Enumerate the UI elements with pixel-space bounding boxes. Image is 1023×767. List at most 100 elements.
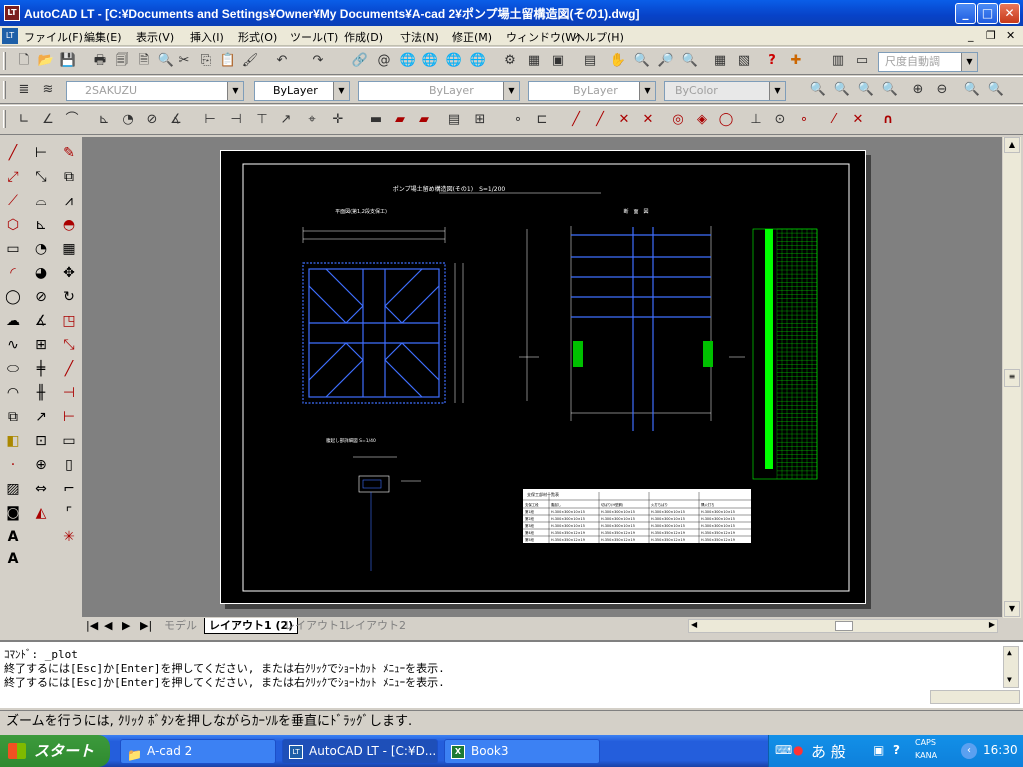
snap-quadrant-icon[interactable]: ◈	[692, 110, 712, 130]
menu-file[interactable]: ファイル(F)	[24, 29, 83, 45]
snap-node-icon[interactable]: ⊙	[770, 110, 790, 130]
polyline-icon[interactable]: ⟋	[2, 190, 24, 212]
erase-icon[interactable]: ✎	[58, 142, 80, 164]
chevron-down-icon[interactable]: ▼	[769, 82, 785, 100]
doc-minimize-button[interactable]: _	[968, 29, 974, 42]
table-style-icon[interactable]: ▭	[852, 51, 872, 71]
dim-quick-icon[interactable]: ⊞	[30, 334, 52, 356]
globe-icon[interactable]: 🌐	[398, 51, 418, 71]
dim-baseline-icon[interactable]: ╪	[30, 358, 52, 380]
ellipse-arc-icon[interactable]: ◠	[2, 382, 24, 404]
publish-icon[interactable]: 🗎	[134, 51, 154, 71]
chevron-down-icon[interactable]: ▼	[227, 82, 243, 100]
tray-expand-icon[interactable]: ‹	[961, 743, 977, 759]
chevron-down-icon[interactable]: ▼	[503, 82, 519, 100]
paste-icon[interactable]: 📋	[218, 51, 238, 71]
make-block-icon[interactable]: ◧	[2, 430, 24, 452]
assist-icon[interactable]: ✚	[786, 51, 806, 71]
region-icon[interactable]: ◙	[2, 502, 24, 524]
task-autocad[interactable]: LT AutoCAD LT - [C:¥D...	[282, 739, 438, 764]
point-icon[interactable]: ·	[2, 454, 24, 476]
snap-perp-icon[interactable]: ⊥	[746, 110, 766, 130]
continue-dim-icon[interactable]: ⊤	[252, 110, 272, 130]
keyboard-icon[interactable]: ⌨	[775, 743, 792, 757]
tool-palettes-icon[interactable]: ▤	[580, 51, 600, 71]
circle-icon[interactable]: ◯	[2, 286, 24, 308]
snap-perpendicular-icon[interactable]: ╱	[590, 110, 610, 130]
snap-extension-icon[interactable]: ⁄	[824, 110, 844, 130]
ordinate-dim-icon[interactable]: ⊾	[94, 110, 114, 130]
globe3-icon[interactable]: 🌐	[444, 51, 464, 71]
properties-icon[interactable]: ▦	[524, 51, 544, 71]
cmd-scroll-down-icon[interactable]: ▼	[1007, 675, 1012, 684]
zoom-previous-icon[interactable]: 🔍	[680, 51, 700, 71]
tolerance2-icon[interactable]: ⊡	[30, 430, 52, 452]
join-icon[interactable]: ▯	[58, 454, 80, 476]
insert-hyperlink-icon[interactable]: 🔗	[350, 51, 370, 71]
vertical-scrollbar[interactable]: ▲ ≡ ▼	[1003, 137, 1021, 618]
snap-tangent-icon[interactable]: ╱	[566, 110, 586, 130]
snap-tangent2-icon[interactable]: ◯	[716, 110, 736, 130]
app-icon[interactable]: LT	[4, 5, 20, 21]
layer-previous-icon[interactable]: ≋	[38, 80, 58, 100]
cut-icon[interactable]: ✂	[174, 51, 194, 71]
zoom-realtime-icon[interactable]: 🔍	[632, 51, 652, 71]
ime-help-icon[interactable]: ?	[893, 743, 900, 757]
minimize-button[interactable]: _	[955, 3, 976, 24]
ime-icon[interactable]: ●	[793, 743, 803, 757]
mtext-icon[interactable]: A	[2, 526, 24, 548]
arc-dim-icon[interactable]: ⌒	[62, 110, 82, 130]
scroll-thumb[interactable]: ≡	[1004, 369, 1020, 387]
rectangle-icon[interactable]: ▭	[2, 238, 24, 260]
tab-layout1[interactable]: レイアウト1	[284, 618, 346, 634]
toolbar-grip[interactable]	[3, 81, 6, 99]
design-center-icon[interactable]: ▣	[548, 51, 568, 71]
task-book3[interactable]: X Book3	[444, 739, 600, 764]
horizontal-scrollbar[interactable]: ◀ ▶	[688, 619, 998, 633]
chamfer-icon[interactable]: ⌐	[58, 478, 80, 500]
hatch-icon[interactable]: ▨	[2, 478, 24, 500]
rotate-icon[interactable]: ↻	[58, 286, 80, 308]
dim-text-edit-icon[interactable]: ▰	[390, 110, 410, 130]
snap-intersection-icon[interactable]: ✕	[614, 110, 634, 130]
dim-style-manager-icon[interactable]: ▤	[444, 110, 464, 130]
array-icon[interactable]: ▦	[58, 238, 80, 260]
center-mark-icon[interactable]: ✛	[328, 110, 348, 130]
start-button[interactable]: スタート	[0, 735, 110, 767]
explode-icon[interactable]: ✳	[58, 526, 80, 548]
globe4-icon[interactable]: 🌐	[468, 51, 488, 71]
globe2-icon[interactable]: 🌐	[420, 51, 440, 71]
quick-dim-icon[interactable]: ⊢	[200, 110, 220, 130]
scroll-up-icon[interactable]: ▲	[1004, 137, 1020, 153]
menu-edit[interactable]: 編集(E)	[84, 29, 122, 45]
open-folder-icon[interactable]: 📂	[36, 51, 56, 71]
snap-apparent-icon[interactable]: ✕	[638, 110, 658, 130]
copy-icon[interactable]: ⎘	[196, 51, 216, 71]
trim-icon[interactable]: ⊣	[58, 382, 80, 404]
zoom-center-icon[interactable]: 🔍	[880, 80, 900, 100]
break-icon[interactable]: ▭	[58, 430, 80, 452]
dim-ordinate-icon[interactable]: ⊾	[30, 214, 52, 236]
text-icon[interactable]: A	[2, 548, 24, 570]
match-properties-icon[interactable]: 🖌	[240, 51, 260, 71]
ray-icon[interactable]: ⤢	[2, 166, 24, 188]
undo-icon[interactable]: ↶	[272, 51, 292, 71]
tab-first-icon[interactable]: |◀	[86, 618, 98, 634]
redo-icon[interactable]: ↷	[308, 51, 328, 71]
zoom-dynamic-icon[interactable]: 🔍	[832, 80, 852, 100]
zoom-out-icon[interactable]: ⊖	[932, 80, 952, 100]
cmd-scroll-up-icon[interactable]: ▲	[1007, 648, 1012, 657]
zoom-extents-icon[interactable]: 🔍	[986, 80, 1006, 100]
color-select[interactable]: ByLayer ▼	[254, 81, 350, 101]
tab-last-icon[interactable]: ▶|	[140, 618, 152, 634]
chevron-down-icon[interactable]: ▼	[639, 82, 655, 100]
polygon-icon[interactable]: ⬡	[2, 214, 24, 236]
command-scrollbar[interactable]: ▲ ▼	[1003, 646, 1019, 688]
leader-icon[interactable]: ↗	[276, 110, 296, 130]
command-window[interactable]: ｺﾏﾝﾄﾞ: _plot 終了するには[Esc]か[Enter]を押してください…	[0, 640, 1023, 708]
h-scroll-thumb[interactable]	[835, 621, 853, 631]
dictionary-icon[interactable]: ▣	[873, 743, 884, 757]
snap-endpoint-icon[interactable]: ∘	[508, 110, 528, 130]
task-a-cad-2[interactable]: 📁 A-cad 2	[120, 739, 276, 764]
linetype-select[interactable]: ByLayer ▼	[358, 81, 520, 101]
